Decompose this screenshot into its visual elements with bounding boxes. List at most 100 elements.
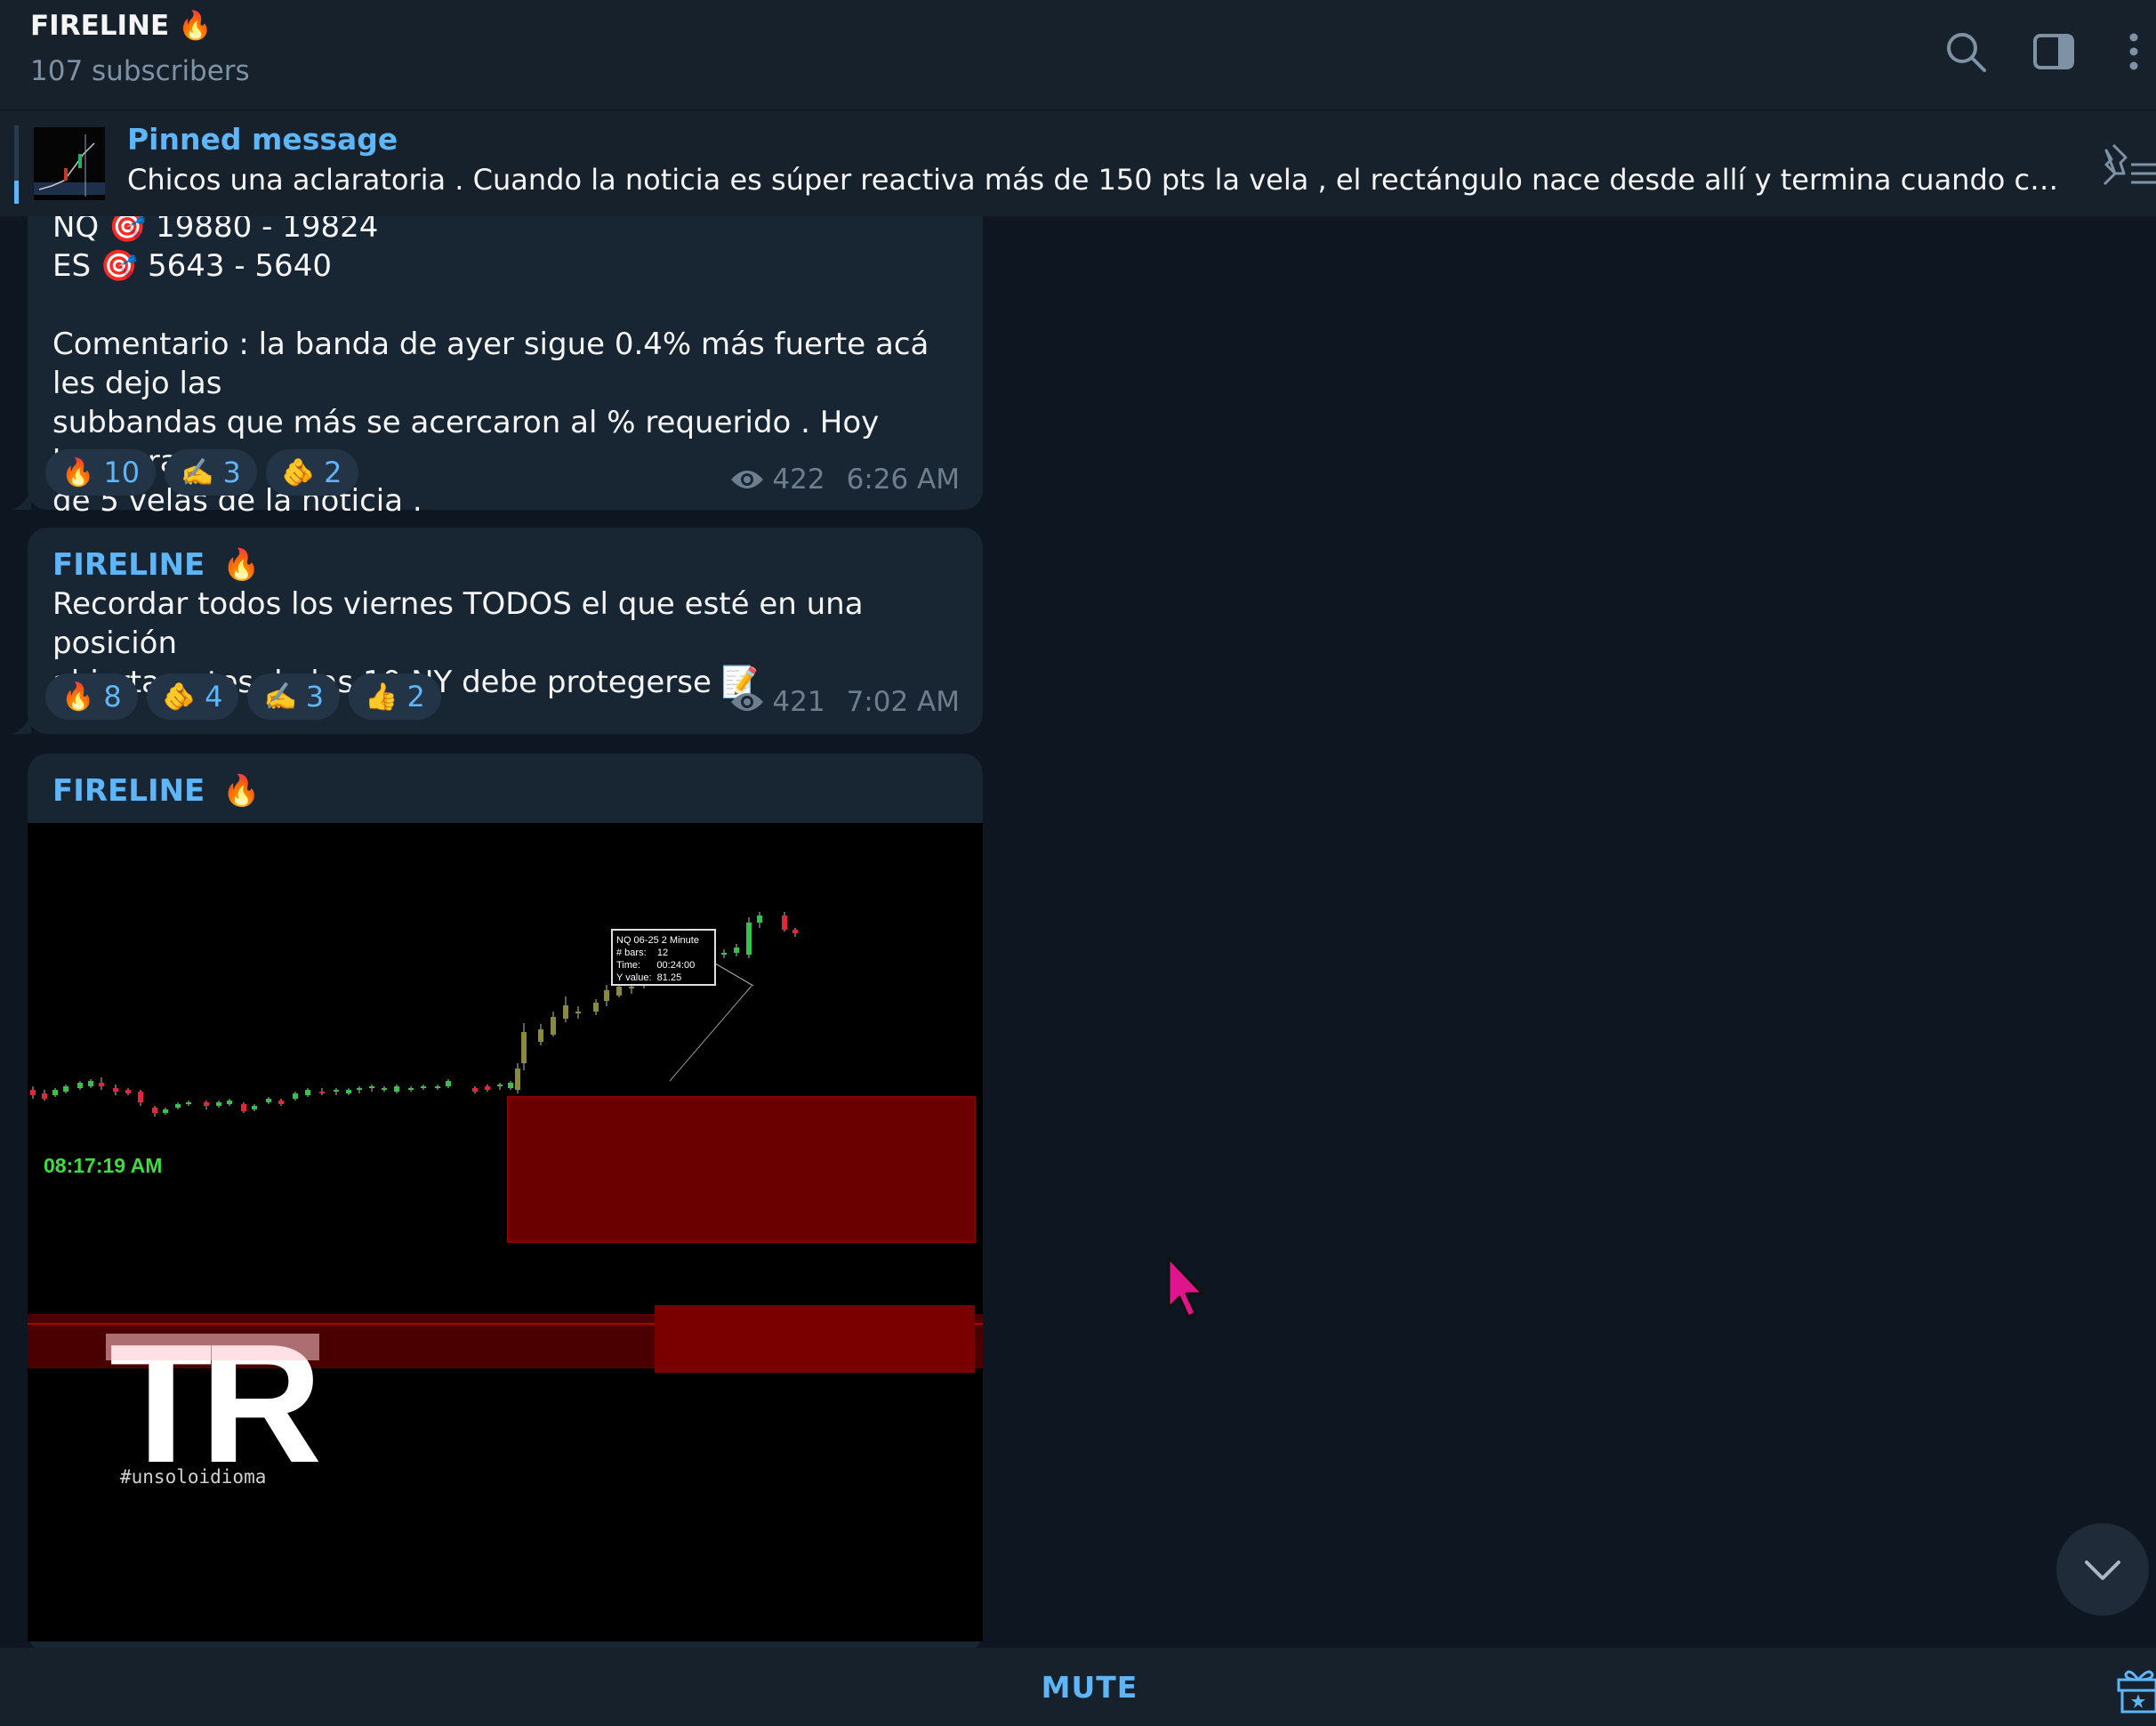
thumbs-up-emoji: 👍: [365, 681, 398, 713]
reaction-thumbs-up[interactable]: 👍 2: [349, 673, 441, 720]
candle-body: [792, 930, 798, 933]
candle-body: [757, 915, 762, 923]
candle-body: [551, 1017, 556, 1035]
reaction-count: 3: [305, 680, 325, 714]
message-feed[interactable]: NQ 🎯 19880 - 19824 ES 🎯 5643 - 5640 Come…: [0, 216, 2156, 1648]
lower-zone: [655, 1305, 975, 1373]
candle-body: [394, 1086, 399, 1092]
fire-emoji: 🔥: [222, 547, 261, 583]
search-icon[interactable]: [1941, 27, 1991, 77]
message-line: NQ 🎯 19880 - 19824: [52, 216, 379, 245]
message-author[interactable]: FIRELINE 🔥: [28, 545, 983, 585]
candle-body: [346, 1090, 351, 1093]
footer-bar: MUTE: [0, 1648, 2156, 1726]
sidebar-toggle-icon[interactable]: [2030, 27, 2080, 77]
reaction-fire[interactable]: 🔥 10: [45, 449, 157, 496]
candle-body: [472, 1088, 478, 1092]
candle-body: [563, 1005, 568, 1019]
candle-body: [369, 1086, 374, 1088]
reaction-pointing-hand[interactable]: 🫵 2: [265, 449, 358, 496]
chart-clock: 08:17:19 AM: [44, 1154, 162, 1177]
reaction-count: 3: [222, 456, 241, 489]
message-time: 6:26 AM: [846, 464, 960, 496]
candle-body: [113, 1088, 118, 1092]
chat-header[interactable]: FIRELINE 🔥 107 subscribers: [0, 0, 2156, 109]
candle-body: [216, 1102, 221, 1106]
message-bubble[interactable]: FIRELINE 🔥 Recordar todos los viernes TO…: [12, 528, 983, 734]
bubble-tail: [12, 714, 31, 734]
candle-body: [334, 1090, 339, 1092]
message-bubble[interactable]: FIRELINE 🔥 NQ 06-25 2 Minute # bars: 12: [28, 754, 983, 1648]
message-author[interactable]: FIRELINE 🔥: [28, 771, 983, 811]
reaction-count: 4: [205, 680, 223, 714]
tooltip-line: Time: 00:24:00: [616, 960, 695, 971]
candle-body: [593, 1003, 599, 1012]
pointing-hand-emoji: 🫵: [281, 456, 316, 488]
pinned-indicator-active: [14, 181, 19, 204]
candle-body: [88, 1081, 93, 1086]
candle-body: [30, 1090, 36, 1095]
candle-body: [629, 987, 634, 988]
candle-body: [485, 1086, 490, 1090]
mute-button[interactable]: MUTE: [0, 1648, 2156, 1726]
eye-icon: [731, 471, 764, 488]
reaction-writing-hand[interactable]: ✍️ 3: [165, 449, 257, 496]
tooltip-line: # bars: 12: [616, 948, 668, 958]
candle-body: [421, 1086, 426, 1088]
chart-image[interactable]: NQ 06-25 2 Minute # bars: 12 Time: 00:24…: [28, 823, 983, 1641]
candle-body: [77, 1083, 83, 1088]
eye-icon: [731, 693, 764, 711]
reactions-row: 🔥 10 ✍️ 3 🫵 2: [45, 449, 358, 496]
pin-list-icon[interactable]: [2094, 138, 2156, 191]
candle-body: [99, 1083, 104, 1086]
pinned-thumbnail: [34, 127, 105, 200]
candle-body: [408, 1088, 414, 1090]
fire-emoji: 🔥: [178, 10, 213, 42]
more-vertical-icon[interactable]: [2112, 27, 2156, 77]
reaction-pointing-hand[interactable]: 🫵 4: [146, 673, 239, 720]
channel-title[interactable]: FIRELINE 🔥: [30, 9, 213, 43]
candle-body: [163, 1109, 168, 1113]
pointing-hand-emoji: 🫵: [162, 681, 197, 713]
candle-body: [293, 1093, 298, 1099]
view-count: 422: [772, 464, 825, 496]
candle-body: [252, 1106, 257, 1109]
candle-body: [538, 1029, 543, 1042]
writing-hand-emoji: ✍️: [181, 456, 214, 488]
candle-body: [175, 1104, 181, 1108]
candle-body: [227, 1101, 232, 1104]
fire-emoji: 🔥: [222, 773, 261, 809]
candle-body: [52, 1090, 58, 1095]
candle-body: [138, 1092, 143, 1102]
candle-body: [616, 987, 622, 996]
reaction-fire[interactable]: 🔥 8: [45, 673, 138, 720]
tooltip-line: Y value: 81.25: [616, 972, 681, 983]
author-name: FIRELINE: [52, 547, 205, 583]
message-line: ES 🎯 5643 - 5640: [52, 248, 332, 284]
candle-body: [575, 1012, 581, 1013]
scroll-down-button[interactable]: [2056, 1523, 2149, 1616]
fire-emoji: 🔥: [61, 456, 95, 488]
candle-body: [782, 915, 787, 930]
candle-body: [241, 1104, 246, 1111]
reaction-writing-hand[interactable]: ✍️ 3: [247, 673, 341, 720]
resistance-zone: [507, 1096, 976, 1243]
fire-emoji: 🔥: [61, 681, 95, 713]
gift-icon[interactable]: [2113, 1660, 2156, 1714]
reaction-count: 10: [103, 456, 141, 489]
candle-body: [508, 1083, 513, 1088]
candle-body: [305, 1090, 310, 1095]
channel-title-text: FIRELINE: [30, 9, 170, 42]
reaction-count: 8: [103, 680, 122, 714]
pinned-message-bar[interactable]: Pinned message Chicos una aclaratoria . …: [0, 109, 2156, 218]
candle-body: [435, 1086, 440, 1088]
candle-body: [319, 1092, 325, 1093]
message-bubble[interactable]: NQ 🎯 19880 - 19824 ES 🎯 5643 - 5640 Come…: [12, 216, 983, 519]
bubble-tail: [12, 490, 31, 510]
view-count: 421: [772, 686, 825, 718]
candle-body: [446, 1081, 451, 1086]
candle-body: [278, 1101, 284, 1104]
author-name: FIRELINE: [52, 773, 205, 809]
message-time: 7:02 AM: [846, 686, 960, 718]
message-meta: 422 6:26 AM: [729, 464, 960, 496]
